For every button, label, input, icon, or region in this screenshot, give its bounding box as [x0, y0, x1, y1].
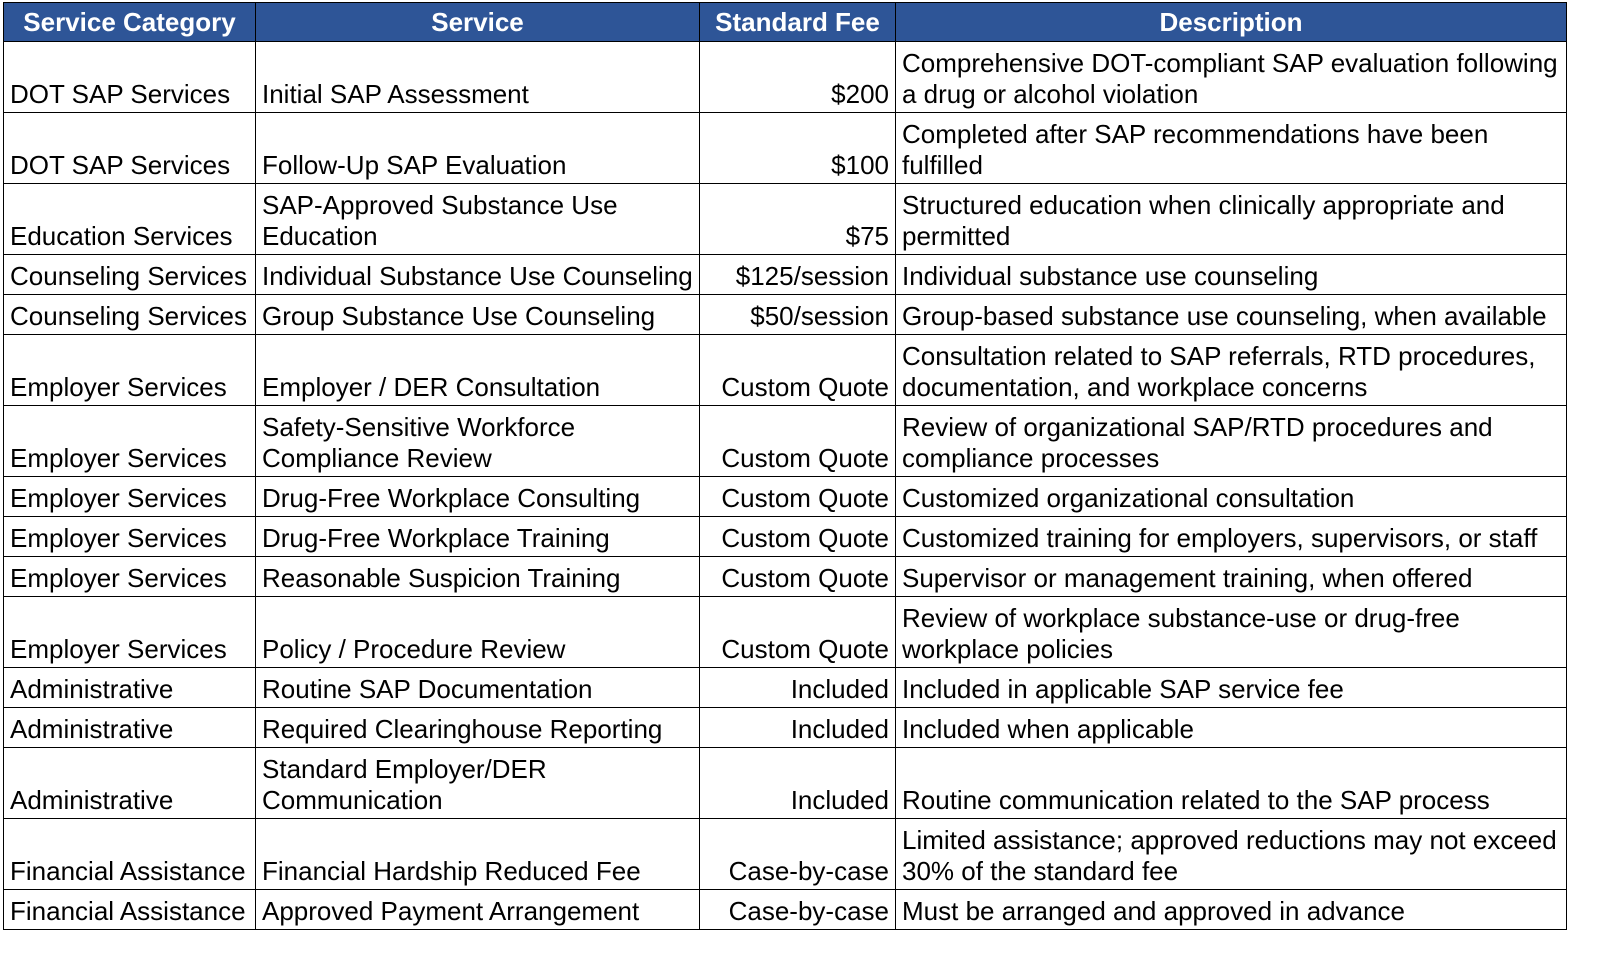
category-cell[interactable]: Administrative — [3, 667, 256, 708]
fee-cell[interactable]: Custom Quote — [699, 596, 896, 668]
service-cell[interactable]: Routine SAP Documentation — [255, 667, 700, 708]
service-cell[interactable]: Policy / Procedure Review — [255, 596, 700, 668]
header-standard-fee[interactable]: Standard Fee — [699, 2, 896, 42]
category-cell[interactable]: Employer Services — [3, 334, 256, 406]
category-cell[interactable]: DOT SAP Services — [3, 112, 256, 184]
description-cell[interactable]: Structured education when clinically app… — [895, 183, 1567, 255]
fee-cell[interactable]: Included — [699, 707, 896, 748]
service-cell[interactable]: Reasonable Suspicion Training — [255, 556, 700, 597]
description-cell[interactable]: Consultation related to SAP referrals, R… — [895, 334, 1567, 406]
service-cell[interactable]: Standard Employer/DER Communication — [255, 747, 700, 819]
category-cell[interactable]: Employer Services — [3, 516, 256, 557]
category-cell[interactable]: DOT SAP Services — [3, 41, 256, 113]
header-description[interactable]: Description — [895, 2, 1567, 42]
description-cell[interactable]: Review of workplace substance-use or dru… — [895, 596, 1567, 668]
service-cell[interactable]: Approved Payment Arrangement — [255, 889, 700, 930]
service-cell[interactable]: SAP-Approved Substance Use Education — [255, 183, 700, 255]
fee-cell[interactable]: Custom Quote — [699, 476, 896, 517]
category-cell[interactable]: Employer Services — [3, 596, 256, 668]
fee-cell[interactable]: Included — [699, 667, 896, 708]
table-row: Administrative Standard Employer/DER Com… — [3, 747, 1567, 819]
table-row: Education Services SAP-Approved Substanc… — [3, 183, 1567, 255]
description-cell[interactable]: Customized organizational consultation — [895, 476, 1567, 517]
service-cell[interactable]: Individual Substance Use Counseling — [255, 254, 700, 295]
category-cell[interactable]: Employer Services — [3, 476, 256, 517]
service-cell[interactable]: Financial Hardship Reduced Fee — [255, 818, 700, 890]
header-row: Service Category Service Standard Fee De… — [3, 2, 1567, 42]
table-row: Counseling Services Group Substance Use … — [3, 294, 1567, 335]
description-cell[interactable]: Routine communication related to the SAP… — [895, 747, 1567, 819]
table-row: Employer Services Safety-Sensitive Workf… — [3, 405, 1567, 477]
service-cell[interactable]: Employer / DER Consultation — [255, 334, 700, 406]
category-cell[interactable]: Employer Services — [3, 405, 256, 477]
fee-cell[interactable]: $75 — [699, 183, 896, 255]
description-cell[interactable]: Completed after SAP recommendations have… — [895, 112, 1567, 184]
description-cell[interactable]: Included when applicable — [895, 707, 1567, 748]
description-cell[interactable]: Must be arranged and approved in advance — [895, 889, 1567, 930]
description-cell[interactable]: Comprehensive DOT-compliant SAP evaluati… — [895, 41, 1567, 113]
service-cell[interactable]: Initial SAP Assessment — [255, 41, 700, 113]
fee-cell[interactable]: $200 — [699, 41, 896, 113]
header-service-category[interactable]: Service Category — [3, 2, 256, 42]
fee-schedule-table: Service Category Service Standard Fee De… — [3, 2, 1567, 930]
fee-cell[interactable]: Custom Quote — [699, 516, 896, 557]
table-row: Financial Assistance Approved Payment Ar… — [3, 889, 1567, 930]
fee-cell[interactable]: Custom Quote — [699, 334, 896, 406]
service-cell[interactable]: Group Substance Use Counseling — [255, 294, 700, 335]
category-cell[interactable]: Administrative — [3, 707, 256, 748]
table-row: Employer Services Employer / DER Consult… — [3, 334, 1567, 406]
service-cell[interactable]: Drug-Free Workplace Consulting — [255, 476, 700, 517]
fee-cell[interactable]: $100 — [699, 112, 896, 184]
description-cell[interactable]: Individual substance use counseling — [895, 254, 1567, 295]
table-row: DOT SAP Services Initial SAP Assessment … — [3, 41, 1567, 113]
table-row: Counseling Services Individual Substance… — [3, 254, 1567, 295]
service-cell[interactable]: Drug-Free Workplace Training — [255, 516, 700, 557]
description-cell[interactable]: Group-based substance use counseling, wh… — [895, 294, 1567, 335]
service-cell[interactable]: Follow-Up SAP Evaluation — [255, 112, 700, 184]
fee-schedule-sheet: Service Category Service Standard Fee De… — [3, 2, 1567, 930]
table-row: Administrative Routine SAP Documentation… — [3, 667, 1567, 708]
category-cell[interactable]: Financial Assistance — [3, 889, 256, 930]
category-cell[interactable]: Employer Services — [3, 556, 256, 597]
description-cell[interactable]: Included in applicable SAP service fee — [895, 667, 1567, 708]
fee-cell[interactable]: $125/session — [699, 254, 896, 295]
table-row: Employer Services Reasonable Suspicion T… — [3, 556, 1567, 597]
description-cell[interactable]: Limited assistance; approved reductions … — [895, 818, 1567, 890]
category-cell[interactable]: Administrative — [3, 747, 256, 819]
table-row: Administrative Required Clearinghouse Re… — [3, 707, 1567, 748]
fee-cell[interactable]: Custom Quote — [699, 556, 896, 597]
service-cell[interactable]: Required Clearinghouse Reporting — [255, 707, 700, 748]
fee-cell[interactable]: Included — [699, 747, 896, 819]
table-row: Employer Services Drug-Free Workplace Co… — [3, 476, 1567, 517]
service-cell[interactable]: Safety-Sensitive Workforce Compliance Re… — [255, 405, 700, 477]
description-cell[interactable]: Supervisor or management training, when … — [895, 556, 1567, 597]
table-row: Employer Services Drug-Free Workplace Tr… — [3, 516, 1567, 557]
header-service[interactable]: Service — [255, 2, 700, 42]
table-row: Financial Assistance Financial Hardship … — [3, 818, 1567, 890]
fee-cell[interactable]: Custom Quote — [699, 405, 896, 477]
table-row: DOT SAP Services Follow-Up SAP Evaluatio… — [3, 112, 1567, 184]
fee-cell[interactable]: Case-by-case — [699, 818, 896, 890]
fee-cell[interactable]: $50/session — [699, 294, 896, 335]
description-cell[interactable]: Review of organizational SAP/RTD procedu… — [895, 405, 1567, 477]
category-cell[interactable]: Counseling Services — [3, 294, 256, 335]
fee-cell[interactable]: Case-by-case — [699, 889, 896, 930]
category-cell[interactable]: Counseling Services — [3, 254, 256, 295]
description-cell[interactable]: Customized training for employers, super… — [895, 516, 1567, 557]
table-row: Employer Services Policy / Procedure Rev… — [3, 596, 1567, 668]
category-cell[interactable]: Financial Assistance — [3, 818, 256, 890]
category-cell[interactable]: Education Services — [3, 183, 256, 255]
